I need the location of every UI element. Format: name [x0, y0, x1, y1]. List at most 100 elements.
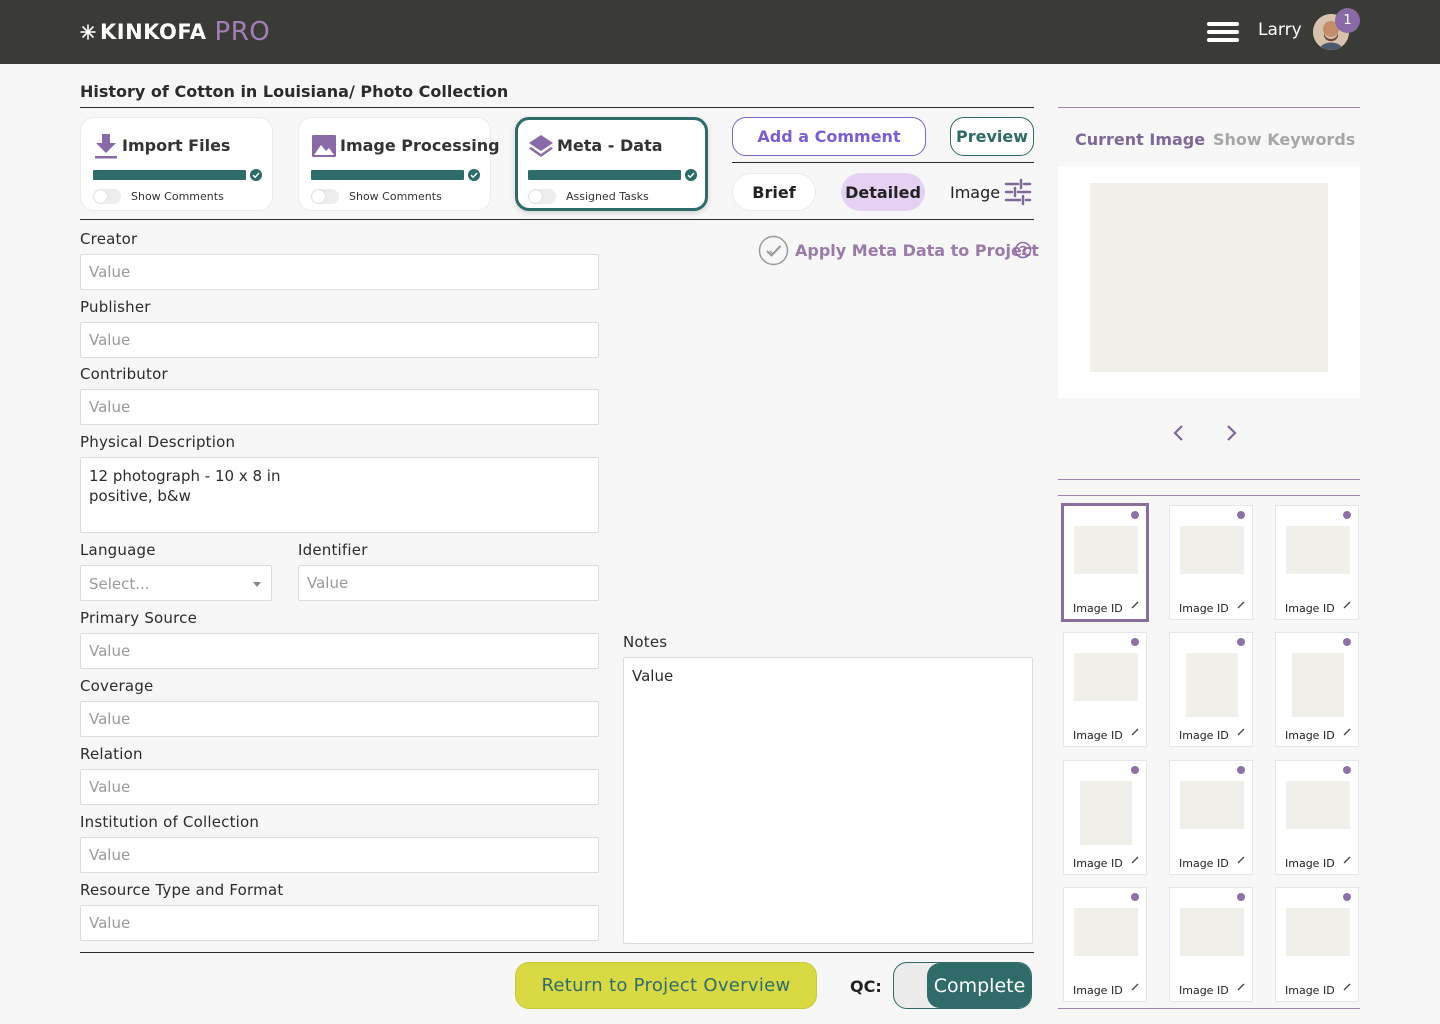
thumbnail-card[interactable]: Image ID: [1275, 887, 1359, 1002]
pencil-icon[interactable]: [1237, 983, 1245, 991]
thumbnail-select-dot[interactable]: [1343, 766, 1351, 774]
institution-input[interactable]: [80, 837, 599, 873]
pencil-icon[interactable]: [1131, 601, 1139, 609]
tab-current-image[interactable]: Current Image: [1075, 130, 1205, 149]
thumbnail-card[interactable]: Image ID: [1275, 505, 1359, 620]
thumbnail-card[interactable]: Image ID: [1275, 632, 1359, 747]
coverage-input[interactable]: [80, 701, 599, 737]
thumbnail-image: [1074, 908, 1138, 956]
publisher-input[interactable]: [80, 322, 599, 358]
thumbnail-card[interactable]: Image ID: [1169, 887, 1253, 1002]
thumbnail-card[interactable]: Image ID: [1063, 887, 1147, 1002]
qc-label: QC:: [850, 977, 882, 996]
thumbnail-select-dot[interactable]: [1237, 511, 1245, 519]
apply-meta-data-link[interactable]: Apply Meta Data to Project: [758, 235, 1039, 265]
hamburger-menu-icon[interactable]: [1207, 22, 1239, 42]
sparkle-logo-icon: [80, 24, 96, 40]
thumbnail-card[interactable]: Image ID: [1169, 632, 1253, 747]
institution-label: Institution of Collection: [80, 813, 260, 831]
thumbnail-select-dot[interactable]: [1237, 893, 1245, 901]
pencil-icon[interactable]: [1343, 983, 1351, 991]
identifier-input[interactable]: [298, 565, 599, 601]
assigned-tasks-toggle[interactable]: [528, 189, 556, 204]
toggle-label: Show Comments: [131, 190, 224, 203]
pencil-icon[interactable]: [1237, 728, 1245, 736]
language-select-value: Select...: [89, 575, 150, 593]
section-divider: [80, 219, 1034, 220]
step-import-files[interactable]: Import Files Show Comments: [80, 117, 273, 211]
brand-suffix: PRO: [214, 17, 271, 47]
thumbnail-select-dot[interactable]: [1343, 638, 1351, 646]
tab-show-keywords[interactable]: Show Keywords: [1213, 130, 1355, 149]
chevron-left-icon[interactable]: [1170, 424, 1188, 442]
publisher-label: Publisher: [80, 298, 151, 316]
qc-status-toggle[interactable]: Complete: [893, 962, 1032, 1009]
pencil-icon[interactable]: [1343, 728, 1351, 736]
top-bar: KINKOFA PRO Larry 1: [0, 0, 1440, 64]
show-comments-toggle[interactable]: [311, 189, 339, 204]
pencil-icon[interactable]: [1343, 856, 1351, 864]
help-icon[interactable]: [1014, 241, 1032, 259]
thumbnail-card[interactable]: Image ID: [1169, 760, 1253, 875]
thumbnail-label: Image ID: [1073, 729, 1123, 742]
creator-input[interactable]: [80, 254, 599, 290]
thumbnail-label: Image ID: [1285, 857, 1335, 870]
step-progress-bar: [311, 170, 464, 180]
thumbnail-select-dot[interactable]: [1131, 638, 1139, 646]
current-image-preview: [1090, 183, 1328, 372]
coverage-label: Coverage: [80, 677, 154, 695]
thumbnail-select-dot[interactable]: [1237, 766, 1245, 774]
add-comment-button[interactable]: Add a Comment: [732, 117, 926, 156]
pencil-icon[interactable]: [1343, 601, 1351, 609]
view-brief-button[interactable]: Brief: [732, 173, 816, 211]
relation-input[interactable]: [80, 769, 599, 805]
thumbnail-select-dot[interactable]: [1131, 766, 1139, 774]
pencil-icon[interactable]: [1131, 983, 1139, 991]
brand-name: KINKOFA: [100, 20, 207, 44]
view-detailed-button[interactable]: Detailed: [841, 173, 925, 211]
toggle-label: Assigned Tasks: [566, 190, 649, 203]
chevron-right-icon[interactable]: [1222, 424, 1240, 442]
notes-label: Notes: [623, 633, 668, 651]
check-circle-icon: [250, 169, 262, 181]
language-select[interactable]: Select...: [80, 565, 272, 601]
thumbnail-image: [1074, 653, 1138, 701]
thumbnail-card[interactable]: Image ID: [1063, 632, 1147, 747]
thumbnail-select-dot[interactable]: [1131, 511, 1139, 519]
return-to-overview-button[interactable]: Return to Project Overview: [515, 962, 817, 1009]
thumbnail-card[interactable]: Image ID: [1061, 503, 1149, 622]
sliders-icon[interactable]: [1004, 178, 1032, 206]
step-title: Import Files: [122, 136, 231, 155]
resource-type-label: Resource Type and Format: [80, 881, 284, 899]
pencil-icon[interactable]: [1237, 856, 1245, 864]
step-title: Image Processing: [340, 136, 500, 155]
notes-textarea[interactable]: [623, 657, 1033, 944]
thumbnail-select-dot[interactable]: [1343, 893, 1351, 901]
preview-button[interactable]: Preview: [950, 117, 1034, 156]
pencil-icon[interactable]: [1237, 601, 1245, 609]
thumbnail-image: [1180, 781, 1244, 829]
thumbnail-card[interactable]: Image ID: [1169, 505, 1253, 620]
creator-label: Creator: [80, 230, 138, 248]
notification-badge[interactable]: 1: [1335, 8, 1360, 33]
physical-description-textarea[interactable]: [80, 457, 599, 533]
thumbnail-card[interactable]: Image ID: [1063, 760, 1147, 875]
thumbnail-select-dot[interactable]: [1343, 511, 1351, 519]
primary-source-input[interactable]: [80, 633, 599, 669]
resource-type-input[interactable]: [80, 905, 599, 941]
pencil-icon[interactable]: [1131, 856, 1139, 864]
thumbnail-card[interactable]: Image ID: [1275, 760, 1359, 875]
layers-icon: [529, 135, 553, 157]
user-name[interactable]: Larry: [1258, 20, 1302, 40]
step-meta-data[interactable]: Meta - Data Assigned Tasks: [515, 117, 708, 211]
app-logo[interactable]: KINKOFA PRO: [80, 14, 270, 50]
thumbnail-select-dot[interactable]: [1131, 893, 1139, 901]
contributor-input[interactable]: [80, 389, 599, 425]
thumbnail-select-dot[interactable]: [1237, 638, 1245, 646]
check-badge-icon: [758, 235, 789, 265]
thumbnail-label: Image ID: [1179, 602, 1229, 615]
primary-source-label: Primary Source: [80, 609, 198, 627]
show-comments-toggle[interactable]: [93, 189, 121, 204]
pencil-icon[interactable]: [1131, 728, 1139, 736]
step-image-processing[interactable]: Image Processing Show Comments: [298, 117, 500, 211]
